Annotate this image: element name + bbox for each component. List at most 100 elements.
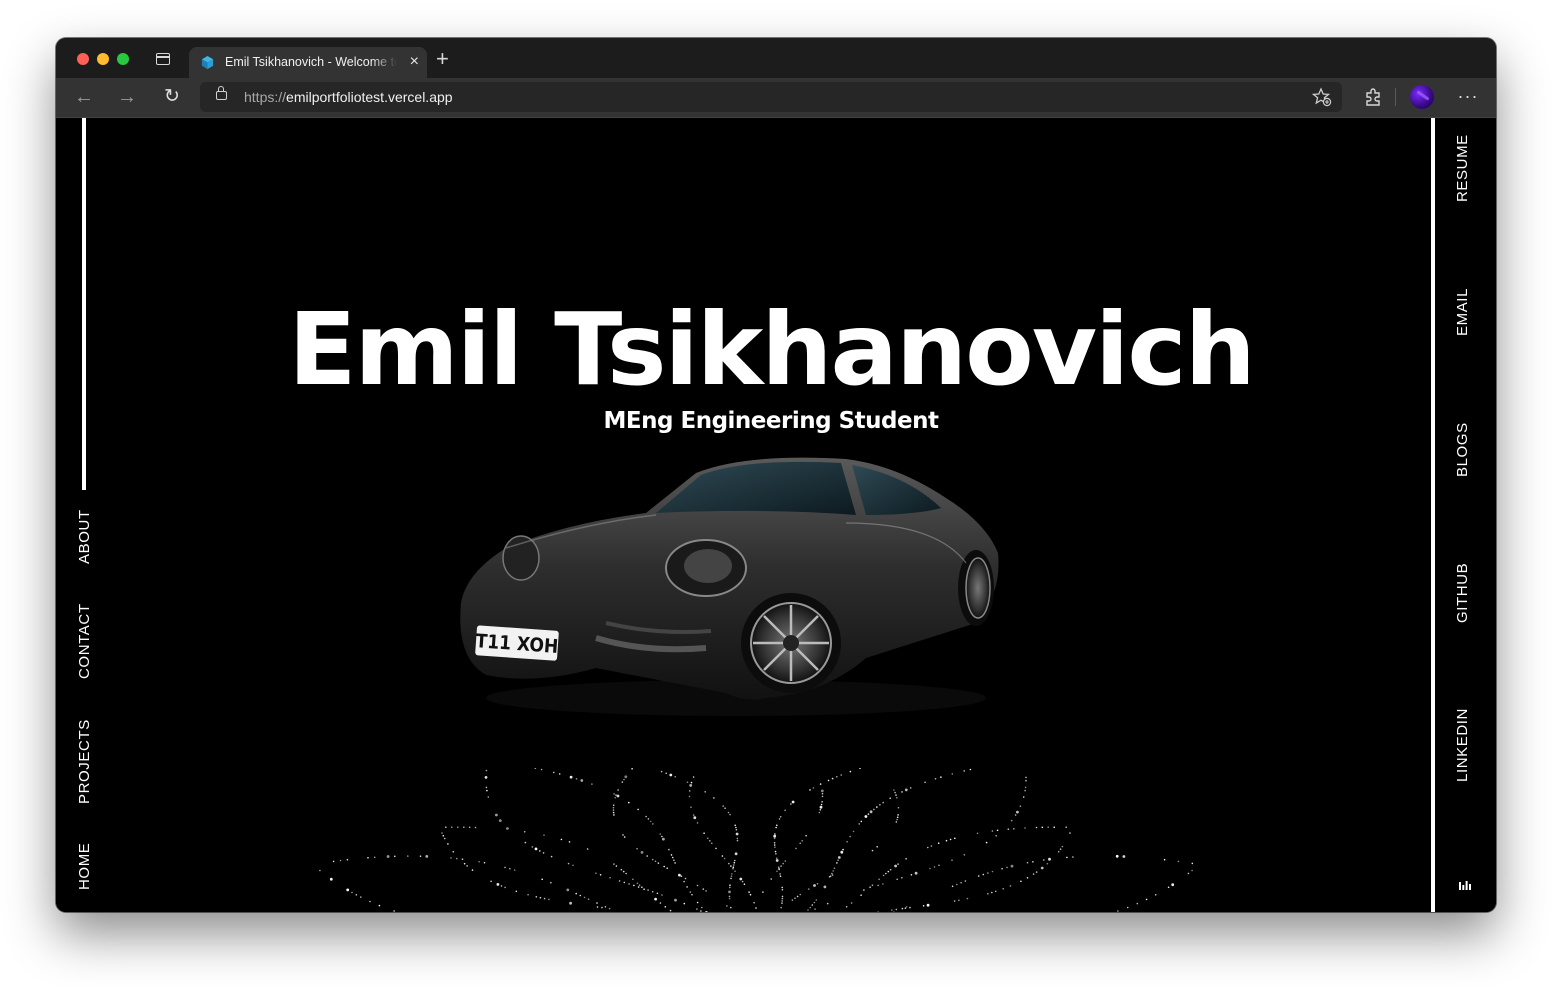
tab-bar: Emil Tsikhanovich - Welcome to my portfo… [56,38,1496,78]
particle [807,909,809,911]
particle [860,894,862,896]
particle [639,884,641,886]
tab-close-icon[interactable]: × [410,53,419,71]
particle [986,842,988,844]
particle [632,879,634,881]
particle [709,840,711,842]
particle [779,873,781,875]
linkedin-link[interactable]: LINKEDIN [1454,708,1471,782]
particle [755,907,757,909]
particle [924,782,926,784]
particle [504,887,506,889]
particle [451,826,453,828]
particle [896,879,898,881]
particle [781,887,783,889]
particle [858,823,860,825]
particle [703,888,705,890]
particle [591,783,593,785]
url-text[interactable]: https://emilportfoliotest.vercel.app [244,89,453,105]
forward-button[interactable]: → [115,86,139,108]
lock-icon[interactable] [216,91,227,100]
site-favicon-icon [200,55,215,70]
particle [820,806,823,809]
particle [832,874,834,876]
particle [896,821,898,823]
particle [774,838,776,840]
particle [813,884,816,887]
particle [623,871,625,873]
resume-link[interactable]: RESUME [1454,134,1471,202]
particle [827,903,829,905]
tab-title: Emil Tsikhanovich - Welcome to my portfo… [225,55,397,69]
particle [915,872,918,875]
nav-about-link[interactable]: ABOUT [76,509,93,564]
particle [622,781,624,783]
particle [420,855,422,857]
particle [724,858,726,860]
sound-toggle-icon[interactable] [1459,880,1471,890]
particle [776,859,779,862]
particle [1047,826,1049,828]
particle [778,866,780,868]
particle [673,859,675,861]
particle [447,843,449,845]
tab-actions-icon[interactable] [156,53,170,65]
particle [1008,828,1010,830]
nav-home-link[interactable]: HOME [76,843,93,890]
particle [689,784,692,787]
nav-projects-link[interactable]: PROJECTS [76,719,93,804]
profile-avatar[interactable] [1410,85,1434,109]
particle [1053,826,1055,828]
particle [501,885,503,887]
particle [792,801,795,804]
particle [977,833,979,835]
add-favorite-icon[interactable] [1312,87,1332,107]
tab-active[interactable]: Emil Tsikhanovich - Welcome to my portfo… [189,47,427,78]
particle [897,814,899,816]
particle [946,840,948,842]
more-options-icon[interactable]: ··· [1456,84,1480,108]
particle [662,838,665,841]
particle [645,816,647,818]
particle [905,907,907,909]
particle [369,901,371,903]
particle [1010,885,1012,887]
particle [683,881,685,883]
nav-contact-link[interactable]: CONTACT [76,603,93,679]
extensions-icon[interactable] [1362,86,1384,108]
particle [1171,883,1174,886]
particle [909,907,911,909]
particle [956,884,958,886]
particle [1062,846,1064,848]
particle [929,868,931,870]
particle [861,821,863,823]
particle [970,769,972,771]
particle [1188,873,1190,875]
particle [486,790,488,792]
particle [597,906,599,908]
particle [652,859,654,861]
particle [1024,827,1026,829]
particle [992,871,994,873]
particle [663,866,665,868]
particle [1072,856,1074,858]
new-tab-button[interactable]: + [436,48,449,70]
car-3d-model[interactable]: T11 XOH [446,453,1006,723]
particle [1027,862,1029,864]
particle [885,873,887,875]
particle [674,899,677,902]
back-button[interactable]: ← [72,86,96,108]
maximize-window-button[interactable] [117,53,129,65]
particle [697,885,699,887]
particle [374,857,376,859]
reload-button[interactable]: ↻ [160,86,184,108]
minimize-window-button[interactable] [97,53,109,65]
particle [693,816,696,819]
github-link[interactable]: GITHUB [1454,563,1471,623]
particle [457,826,459,828]
close-window-button[interactable] [77,53,89,65]
address-bar[interactable]: https://emilportfoliotest.vercel.app [200,82,1342,112]
particle [535,848,538,851]
particle [938,865,940,867]
particle [472,869,474,871]
